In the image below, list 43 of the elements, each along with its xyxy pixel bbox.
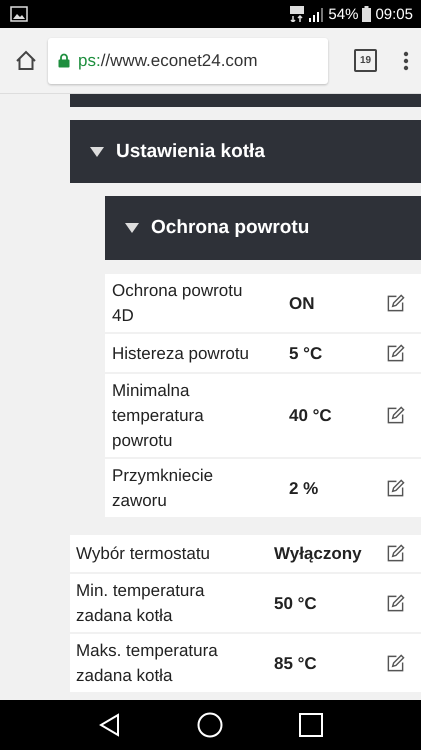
setting-value: 50 °C <box>274 592 318 614</box>
section-title: Ustawienia kotła <box>116 140 265 162</box>
setting-label: Ochrona powrotu 4D <box>112 280 244 327</box>
edit-icon[interactable] <box>386 594 405 612</box>
tab-count[interactable]: 19 <box>354 49 377 72</box>
edit-icon[interactable] <box>386 544 405 563</box>
home-icon[interactable] <box>14 48 38 72</box>
subsection-title: Ochrona powrotu <box>151 217 310 239</box>
setting-label: Wybór termostatu <box>76 543 211 565</box>
edit-icon[interactable] <box>386 654 405 672</box>
recents-icon[interactable] <box>299 713 324 737</box>
battery-icon <box>362 6 372 22</box>
battery-percent: 54% <box>328 6 358 22</box>
gallery-icon <box>10 6 28 22</box>
setting-value: 40 °C <box>289 405 333 427</box>
edit-icon[interactable] <box>386 344 405 362</box>
setting-value: 85 °C <box>274 652 318 674</box>
lock-icon <box>58 53 70 68</box>
subsection-header[interactable]: Ochrona powrotu <box>105 196 421 260</box>
setting-value: ON <box>289 292 316 314</box>
expanded-arrow-icon[interactable] <box>90 146 104 156</box>
clock: 09:05 <box>375 6 413 22</box>
section-header[interactable]: Ustawienia kotła <box>70 120 421 183</box>
url-scheme: ps: <box>78 50 101 70</box>
menu-icon[interactable] <box>403 50 409 70</box>
edit-icon[interactable] <box>386 294 405 312</box>
signal-icon <box>308 6 324 22</box>
lte-icon <box>290 6 304 22</box>
setting-value: 2 % <box>289 478 320 500</box>
url-text: //www.econet24.com <box>100 50 258 70</box>
home-icon[interactable] <box>197 712 224 738</box>
setting-label: Histereza powrotu <box>112 342 250 364</box>
setting-label: Minimalna temperatura powrotu <box>112 380 205 452</box>
edit-icon[interactable] <box>386 478 405 498</box>
setting-label: Maks. temperatura zadana kotła <box>76 640 219 687</box>
edit-icon[interactable] <box>386 406 405 425</box>
expanded-arrow-icon[interactable] <box>125 223 139 233</box>
setting-value: Wyłączony <box>274 543 363 565</box>
address-bar[interactable]: ps://www.econet24.com <box>48 38 328 84</box>
setting-label: Min. temperatura zadana kotła <box>76 580 206 627</box>
setting-label: Przymkniecie zaworu <box>112 465 214 512</box>
back-icon[interactable] <box>98 713 122 737</box>
setting-value: 5 °C <box>289 342 324 364</box>
